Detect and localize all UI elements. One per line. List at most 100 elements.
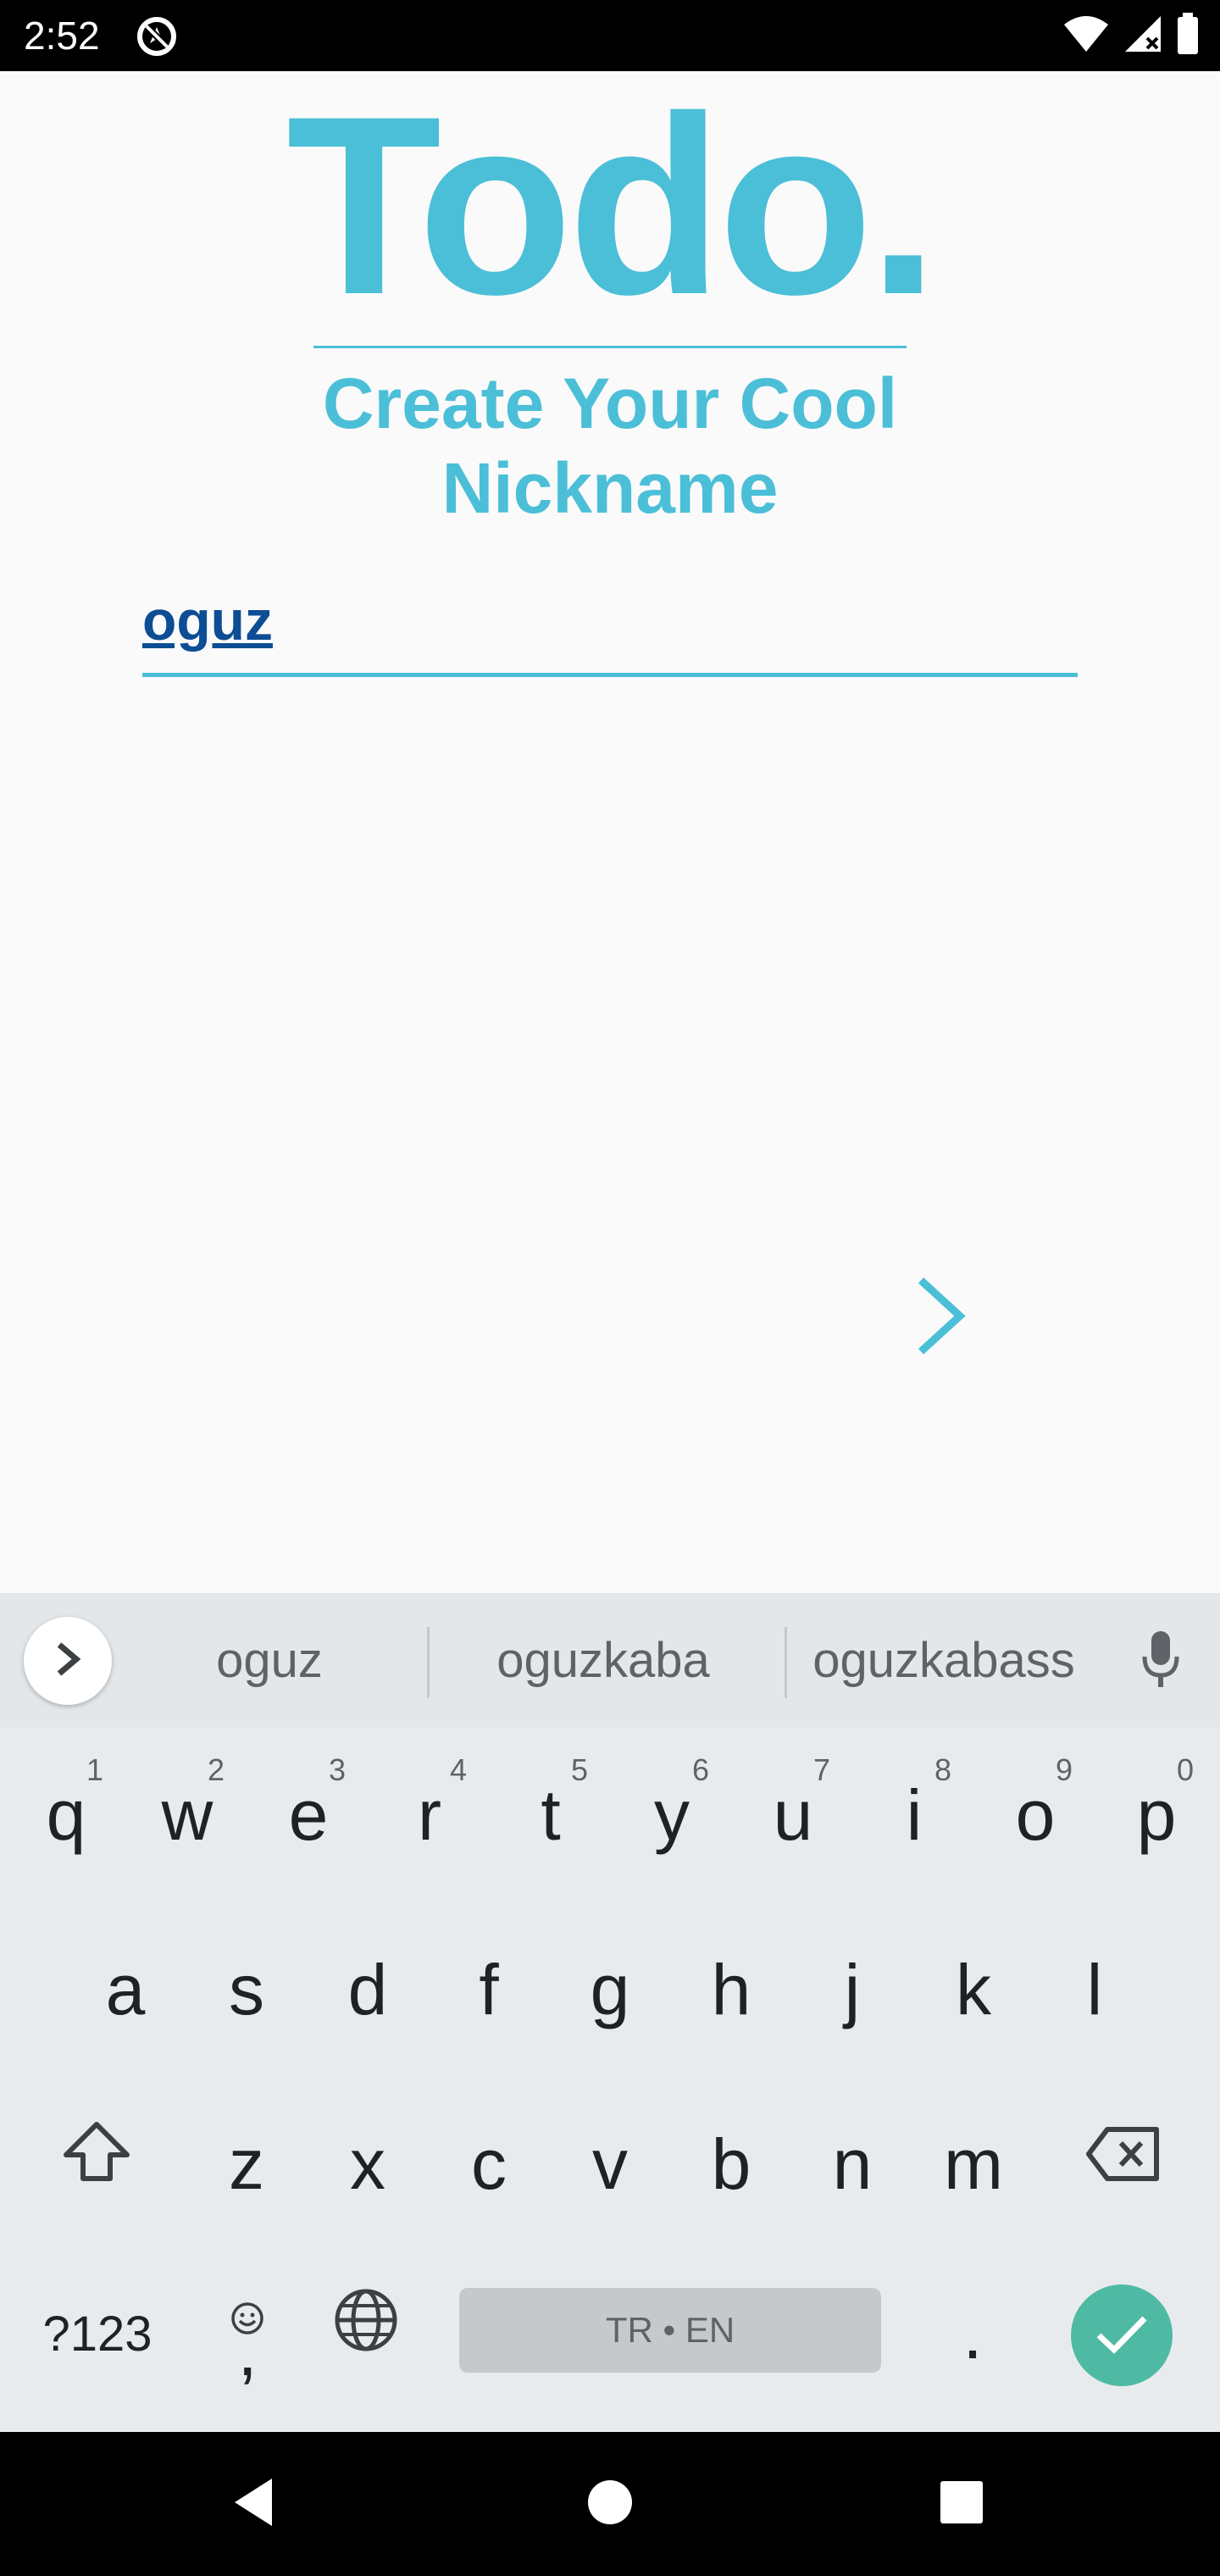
keyboard: oguz oguzkaba oguzkabass 1q 2w 3e 4r 5t … bbox=[0, 1593, 1220, 2432]
backspace-key[interactable] bbox=[1064, 2076, 1183, 2242]
key-hint: 9 bbox=[1055, 1752, 1073, 1787]
key-l[interactable]: l bbox=[1035, 1901, 1154, 2068]
key-u[interactable]: 7u bbox=[734, 1727, 852, 1893]
key-label: ?123 bbox=[42, 2306, 152, 2362]
key-i[interactable]: 8i bbox=[855, 1727, 973, 1893]
key-label: r bbox=[418, 1774, 441, 1855]
key-label: y bbox=[654, 1774, 690, 1855]
key-label: i bbox=[906, 1774, 923, 1855]
nickname-underline bbox=[142, 673, 1078, 677]
chevron-right-icon bbox=[51, 1638, 85, 1685]
key-label: g bbox=[590, 1949, 630, 2029]
key-label: w bbox=[161, 1774, 214, 1855]
key-label: a bbox=[105, 1949, 146, 2029]
symbols-key[interactable]: ?123 bbox=[25, 2246, 169, 2412]
key-b[interactable]: b bbox=[672, 2076, 790, 2242]
key-w[interactable]: 2w bbox=[128, 1727, 247, 1893]
nickname-input[interactable] bbox=[142, 580, 1078, 661]
emoji-comma-key[interactable]: , bbox=[188, 2246, 307, 2412]
key-label: , bbox=[237, 2310, 258, 2390]
key-label: s bbox=[229, 1949, 264, 2029]
key-label: u bbox=[773, 1774, 813, 1855]
key-label: j bbox=[844, 1949, 861, 2029]
key-hint: 7 bbox=[812, 1752, 830, 1787]
key-label: v bbox=[592, 2124, 628, 2204]
key-z[interactable]: z bbox=[187, 2076, 306, 2242]
status-icons bbox=[1062, 12, 1200, 59]
cell-signal-icon bbox=[1122, 14, 1164, 58]
key-label: c bbox=[471, 2124, 507, 2204]
recents-button[interactable] bbox=[923, 2466, 1000, 2542]
key-s[interactable]: s bbox=[187, 1901, 306, 2068]
back-button[interactable] bbox=[217, 2466, 293, 2542]
key-label: q bbox=[46, 1774, 86, 1855]
key-label: n bbox=[832, 2124, 873, 2204]
key-m[interactable]: m bbox=[914, 2076, 1033, 2242]
key-c[interactable]: c bbox=[430, 2076, 548, 2242]
key-hint: 1 bbox=[86, 1752, 103, 1787]
key-hint: 8 bbox=[934, 1752, 951, 1787]
key-y[interactable]: 6y bbox=[613, 1727, 731, 1893]
suggestion-item[interactable]: oguzkabass bbox=[796, 1618, 1091, 1703]
microphone-icon bbox=[1140, 1629, 1182, 1693]
key-label: f bbox=[479, 1949, 499, 2029]
key-label: o bbox=[1015, 1774, 1056, 1855]
key-label: t bbox=[541, 1774, 561, 1855]
key-g[interactable]: g bbox=[551, 1901, 669, 2068]
key-hint: 3 bbox=[328, 1752, 346, 1787]
key-hint: 6 bbox=[691, 1752, 709, 1787]
back-triangle-icon bbox=[230, 2475, 280, 2534]
key-t[interactable]: 5t bbox=[491, 1727, 610, 1893]
key-r[interactable]: 4r bbox=[370, 1727, 489, 1893]
key-label: x bbox=[350, 2124, 385, 2204]
key-p[interactable]: 0p bbox=[1097, 1727, 1216, 1893]
backspace-icon bbox=[1085, 2118, 1162, 2201]
key-k[interactable]: k bbox=[914, 1901, 1033, 2068]
key-label: b bbox=[711, 2124, 751, 2204]
suggestion-item[interactable]: oguz bbox=[136, 1618, 403, 1703]
key-h[interactable]: h bbox=[672, 1901, 790, 2068]
suggestion-item[interactable]: oguzkaba bbox=[449, 1618, 757, 1703]
suggestion-divider bbox=[427, 1627, 430, 1698]
key-d[interactable]: d bbox=[308, 1901, 427, 2068]
key-label: d bbox=[347, 1949, 388, 2029]
language-key[interactable] bbox=[307, 2246, 425, 2412]
space-key[interactable]: TR • EN bbox=[459, 2288, 881, 2373]
key-n[interactable]: n bbox=[793, 2076, 912, 2242]
battery-icon bbox=[1176, 12, 1200, 59]
key-label: m bbox=[944, 2124, 1003, 2204]
globe-icon bbox=[333, 2287, 399, 2370]
keyboard-expand-button[interactable] bbox=[24, 1617, 112, 1705]
key-e[interactable]: 3e bbox=[249, 1727, 368, 1893]
chevron-right-icon bbox=[911, 1274, 970, 1363]
key-label: k bbox=[956, 1949, 991, 2029]
key-label: p bbox=[1136, 1774, 1177, 1855]
nickname-field[interactable] bbox=[142, 559, 1078, 683]
mic-button[interactable] bbox=[1135, 1627, 1186, 1695]
key-v[interactable]: v bbox=[551, 2076, 669, 2242]
status-time: 2:52 bbox=[24, 14, 100, 58]
key-label: l bbox=[1086, 1949, 1103, 2029]
key-label: . bbox=[962, 2293, 983, 2373]
shift-key[interactable] bbox=[37, 2076, 156, 2242]
key-o[interactable]: 9o bbox=[976, 1727, 1095, 1893]
key-hint: 5 bbox=[570, 1752, 588, 1787]
period-key[interactable]: . bbox=[913, 2246, 1032, 2412]
done-button[interactable] bbox=[1071, 2285, 1173, 2386]
key-a[interactable]: a bbox=[66, 1901, 185, 2068]
key-hint: 0 bbox=[1176, 1752, 1194, 1787]
page-subtitle: Create Your Cool Nickname bbox=[322, 364, 898, 528]
key-x[interactable]: x bbox=[308, 2076, 427, 2242]
key-j[interactable]: j bbox=[793, 1901, 912, 2068]
home-circle-icon bbox=[586, 2479, 634, 2530]
status-bar: 2:52 bbox=[0, 0, 1220, 71]
next-button[interactable] bbox=[898, 1271, 983, 1364]
home-button[interactable] bbox=[572, 2466, 648, 2542]
recents-square-icon bbox=[938, 2479, 985, 2530]
key-q[interactable]: 1q bbox=[7, 1727, 125, 1893]
key-f[interactable]: f bbox=[430, 1901, 548, 2068]
navigation-bar bbox=[0, 2432, 1220, 2576]
key-hint: 4 bbox=[449, 1752, 467, 1787]
shift-icon bbox=[61, 2118, 132, 2201]
key-label: z bbox=[229, 2124, 264, 2204]
